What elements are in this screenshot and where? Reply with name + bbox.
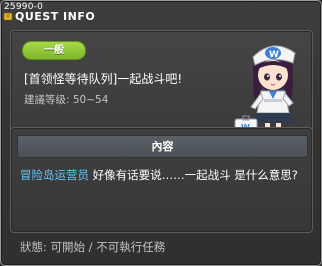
- npc-name-link[interactable]: 冒险岛运营员: [20, 168, 89, 182]
- svg-text:W: W: [269, 50, 279, 60]
- quest-content-panel: 內容 冒险岛运营员 好像有话要说……一起战斗 是什么意思?: [10, 127, 313, 233]
- quest-description: 冒险岛运营员 好像有话要说……一起战斗 是什么意思?: [20, 166, 304, 184]
- window-title: QUEST INFO: [15, 10, 96, 23]
- content-section-header: 內容: [17, 135, 308, 158]
- quest-category-badge: 一般: [22, 41, 86, 60]
- quest-title-icon: [3, 12, 13, 21]
- quest-name: [首领怪等待队列]一起战斗吧!: [24, 72, 183, 86]
- quest-status: 狀態: 可開始 / 不可執行任務: [20, 240, 166, 254]
- recommended-level: 建議等级: 50~54: [24, 94, 109, 106]
- quest-description-text: 好像有话要说……一起战斗 是什么意思?: [89, 168, 298, 182]
- quest-info-window: 25990-0 QUEST INFO 一般 [首领怪等待队列]一起战斗吧! 建議…: [0, 0, 322, 266]
